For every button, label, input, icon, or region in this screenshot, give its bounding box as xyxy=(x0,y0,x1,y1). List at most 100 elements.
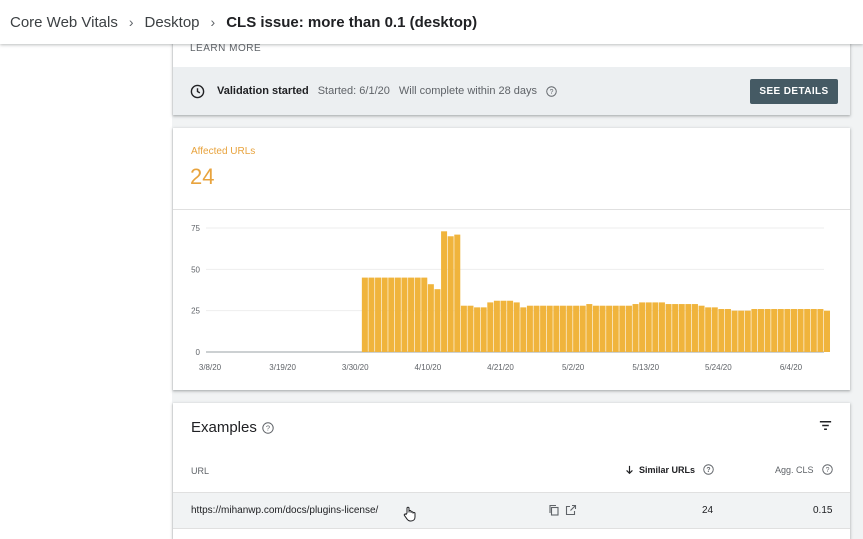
chart-bar xyxy=(480,307,487,352)
table-row[interactable]: https://mihanwp.com/docs/plugins-license… xyxy=(173,492,850,529)
sort-descending-icon xyxy=(626,465,633,474)
page-title: CLS issue: more than 0.1 (desktop) xyxy=(226,13,478,31)
chart-bar xyxy=(361,277,368,352)
affected-urls-label: Affected URLs xyxy=(191,146,256,157)
chart-bar xyxy=(724,309,731,352)
chart-bar xyxy=(394,277,401,352)
x-tick-label: 4/21/20 xyxy=(487,363,514,372)
chart-bar xyxy=(691,304,698,352)
chart-bar xyxy=(771,309,778,352)
chart-bar xyxy=(381,277,388,352)
chart-bar xyxy=(579,305,586,352)
chart-bar xyxy=(533,305,540,352)
chart-bar xyxy=(388,277,395,352)
chart-bar xyxy=(606,305,613,352)
x-tick-label: 5/2/20 xyxy=(562,363,585,372)
x-tick-label: 6/4/20 xyxy=(780,363,803,372)
chart-bar xyxy=(612,305,619,352)
chart-bar xyxy=(672,304,679,352)
chart-bar xyxy=(804,309,811,352)
breadcrumb: Core Web Vitals › Desktop › CLS issue: m… xyxy=(0,0,863,44)
chart-bar xyxy=(414,277,421,352)
x-tick-label: 3/30/20 xyxy=(342,363,369,372)
example-url[interactable]: https://mihanwp.com/docs/plugins-license… xyxy=(191,505,378,516)
agg-cls-value: 0.15 xyxy=(813,505,833,516)
hand-cursor-icon xyxy=(403,506,416,522)
chart-bar xyxy=(375,277,382,352)
learn-more-link[interactable]: LEARN MORE xyxy=(190,43,261,54)
y-tick-label: 75 xyxy=(191,224,200,233)
chart-bar xyxy=(427,284,434,352)
chart-bar xyxy=(546,305,553,352)
chart-bar xyxy=(639,302,646,352)
affected-urls-count: 24 xyxy=(190,164,215,189)
chart-bar xyxy=(665,304,672,352)
chart-bar xyxy=(507,300,514,352)
x-tick-label: 3/19/20 xyxy=(269,363,296,372)
chart-bar xyxy=(368,277,375,352)
open-in-new-icon[interactable] xyxy=(565,504,577,516)
chart-bar xyxy=(408,277,415,352)
see-details-button[interactable]: SEE DETAILS xyxy=(750,79,838,104)
chart-bar xyxy=(824,310,831,352)
examples-title: Examples xyxy=(191,419,257,436)
chevron-right-icon: › xyxy=(128,14,134,30)
chart-bar xyxy=(658,302,665,352)
affected-urls-bar-chart: 0 25 50 75 3/8/20 3/19/20 3/30/20 4/10/20 4/21/2… xyxy=(191,224,831,372)
chart-bar xyxy=(678,304,685,352)
similar-urls-count: 24 xyxy=(702,505,714,516)
x-tick-label: 5/24/20 xyxy=(705,363,732,372)
chart-bar xyxy=(460,305,467,352)
validation-title: Validation started xyxy=(217,85,309,97)
x-tick-label: 5/13/20 xyxy=(632,363,659,372)
chart-bar xyxy=(526,305,533,352)
chart-bar xyxy=(434,289,441,352)
chart-bar xyxy=(500,300,507,352)
chart-bar xyxy=(797,309,804,352)
chart-bar xyxy=(540,305,547,352)
column-header-agg-cls[interactable]: Agg. CLS ? xyxy=(775,464,833,475)
y-tick-label: 25 xyxy=(191,307,200,316)
help-icon[interactable]: ? xyxy=(546,85,557,97)
column-header-url[interactable]: URL xyxy=(191,466,209,476)
clock-icon xyxy=(190,84,205,98)
column-header-similar-urls[interactable]: Similar URLs ? xyxy=(625,464,714,475)
copy-icon[interactable] xyxy=(548,504,560,516)
chart-bar xyxy=(784,309,791,352)
svg-text:?: ? xyxy=(825,467,829,474)
similar-urls-header-label: Similar URLs xyxy=(639,464,696,475)
chart-bar xyxy=(592,305,599,352)
chart-bar xyxy=(401,277,408,352)
x-tick-label: 4/10/20 xyxy=(415,363,442,372)
y-tick-label: 0 xyxy=(196,348,201,357)
chart-bar xyxy=(790,309,797,352)
validation-started-date: Started: 6/1/20 xyxy=(317,85,390,97)
chart-bar xyxy=(652,302,659,352)
chart-bar xyxy=(705,307,712,352)
chart-bar xyxy=(645,302,652,352)
affected-urls-chart-card: Affected URLs 24 0 25 50 75 3/8/20 3/19/20 3/3… xyxy=(173,128,850,390)
filter-icon[interactable] xyxy=(818,418,833,433)
chart-bar xyxy=(777,309,784,352)
y-tick-label: 50 xyxy=(191,265,200,274)
chart-bar xyxy=(738,310,745,352)
help-icon[interactable]: ? xyxy=(262,422,274,434)
agg-cls-header-label: Agg. CLS xyxy=(775,464,814,475)
chart-bar xyxy=(757,309,764,352)
chart-bar xyxy=(421,277,428,352)
chart-bar xyxy=(625,305,632,352)
chart-bar xyxy=(513,302,520,352)
chart-bar xyxy=(467,305,474,352)
chart-bar xyxy=(619,305,626,352)
help-icon[interactable]: ? xyxy=(821,464,833,475)
chart-bar xyxy=(520,307,527,352)
x-tick-label: 3/8/20 xyxy=(199,363,222,372)
chart-bar xyxy=(764,309,771,352)
chart-bar xyxy=(810,309,817,352)
chart-bar xyxy=(447,236,454,352)
breadcrumb-core-web-vitals[interactable]: Core Web Vitals xyxy=(10,14,118,31)
chart-bar xyxy=(632,304,639,352)
breadcrumb-desktop[interactable]: Desktop xyxy=(145,14,200,31)
chart-bar xyxy=(698,305,705,352)
help-icon[interactable]: ? xyxy=(703,464,714,475)
